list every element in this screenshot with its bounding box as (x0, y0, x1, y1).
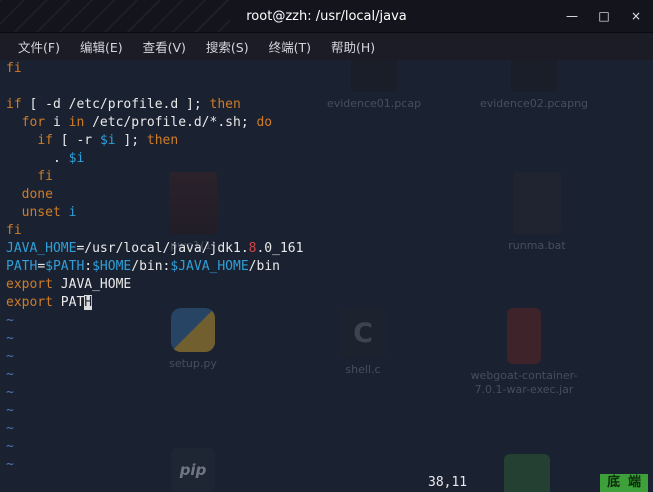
empty-line-tilde: ~ (6, 385, 14, 400)
terminal-line: export JAVA_HOME (6, 277, 132, 292)
terminal-line: export PATH (6, 295, 93, 310)
terminal-line: fi (37, 169, 53, 184)
terminal-line: if [ -d /etc/profile.d ]; then (6, 97, 241, 112)
window-titlebar[interactable]: root@zzh: /usr/local/java — □ × (0, 0, 653, 33)
menu-terminal[interactable]: 终端(T) (259, 33, 321, 60)
terminal-line: fi (6, 61, 22, 76)
window-controls: — □ × (563, 0, 645, 32)
vim-status-line: 38,11 底 端 (0, 474, 653, 492)
minimize-button[interactable]: — (563, 7, 581, 25)
terminal-line: if [ -r $i ]; then (37, 133, 179, 148)
empty-line-tilde: ~ (6, 439, 14, 454)
terminal-line: PATH=$PATH:$HOME/bin:$JAVA_HOME/bin (6, 259, 280, 274)
terminal-window: root@zzh: /usr/local/java — □ × 文件(F) 编辑… (0, 0, 653, 492)
menu-bar: 文件(F) 编辑(E) 查看(V) 搜索(S) 终端(T) 帮助(H) (0, 33, 653, 61)
empty-line-tilde: ~ (6, 331, 14, 346)
maximize-button[interactable]: □ (595, 7, 613, 25)
terminal-text: fi if [ -d /etc/profile.d ]; then for i … (0, 60, 653, 492)
terminal-lines: fi if [ -d /etc/profile.d ]; then for i … (6, 60, 653, 474)
terminal-line: JAVA_HOME=/usr/local/java/jdk1.8.0_161 (6, 241, 304, 256)
terminal-line: done (21, 187, 53, 202)
empty-line-tilde: ~ (6, 457, 14, 472)
menu-search[interactable]: 搜索(S) (196, 33, 259, 60)
menu-view[interactable]: 查看(V) (133, 33, 196, 60)
window-title: root@zzh: /usr/local/java (246, 8, 407, 24)
terminal-line: unset i (21, 205, 77, 220)
menu-edit[interactable]: 编辑(E) (70, 33, 133, 60)
empty-line-tilde: ~ (6, 403, 14, 418)
empty-line-tilde: ~ (6, 313, 14, 328)
close-button[interactable]: × (627, 7, 645, 25)
terminal-line: for i in /etc/profile.d/*.sh; do (21, 115, 273, 130)
vim-position-badge: 底 端 (600, 474, 648, 492)
vim-ruler: 38,11 (428, 475, 468, 490)
empty-line-tilde: ~ (6, 421, 14, 436)
menu-file[interactable]: 文件(F) (8, 33, 70, 60)
menu-help[interactable]: 帮助(H) (321, 33, 385, 60)
empty-line-tilde: ~ (6, 367, 14, 382)
terminal[interactable]: evidence01.pcap evidence02.pcapng pwn1(1) r… (0, 60, 653, 492)
terminal-line: . $i (6, 151, 85, 166)
empty-line-tilde: ~ (6, 349, 14, 364)
terminal-line: fi (6, 223, 22, 238)
